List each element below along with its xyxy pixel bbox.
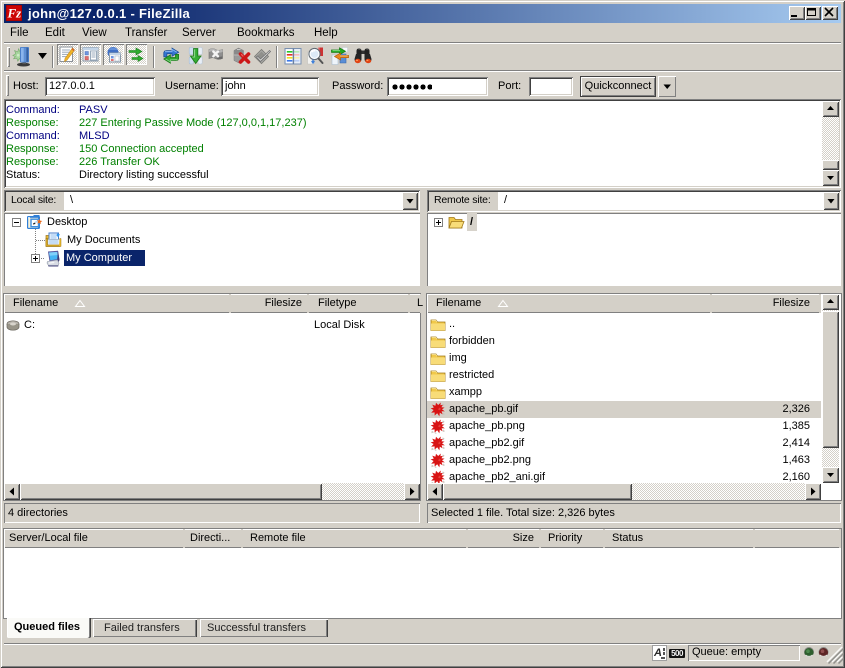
- svg-text:Fz: Fz: [7, 6, 23, 21]
